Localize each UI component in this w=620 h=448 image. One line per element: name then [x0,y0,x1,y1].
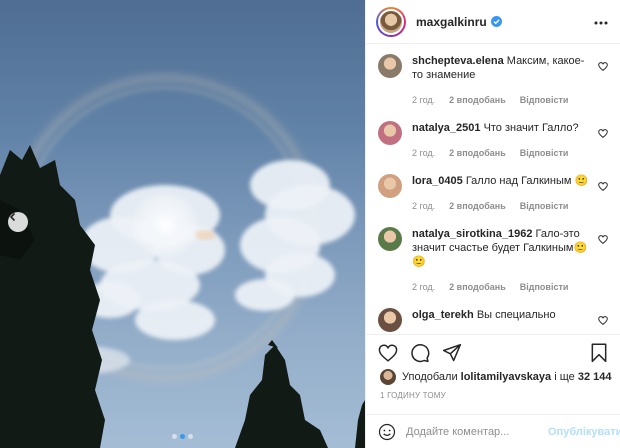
commenter-username[interactable]: olga_terekh [412,309,474,321]
comment-icon [411,343,430,362]
comment-item: olga_terekh Вы специально [378,308,608,332]
liker-username[interactable]: lolitamilyavskaya [461,371,552,383]
commenter-username[interactable]: natalya_sirotkina_1962 [412,228,532,240]
share-button[interactable] [442,343,462,363]
comment-time[interactable]: 2 год. [412,280,435,294]
comment-item: shchepteva.elena Максим, какое-то знамен… [378,54,608,107]
commenter-avatar[interactable] [378,227,402,251]
commenter-username[interactable]: shchepteva.elena [412,55,504,67]
comment-likes[interactable]: 2 вподобань [449,146,506,160]
comment-meta: 2 год. 2 вподобань Відповісти [412,93,590,107]
comment-meta: 2 год. 2 вподобань Відповісти [412,199,590,213]
comment-body: lora_0405 Галло над Галкиным 🙂 2 год. 2 … [412,174,608,213]
post-timestamp[interactable]: 1 ГОДИНУ ТОМУ [380,391,446,400]
reply-button[interactable]: Відповісти [520,199,569,213]
comment-input[interactable] [406,425,548,438]
carousel-dot-active [180,434,185,439]
add-comment-bar: Опублікувати [366,414,620,448]
comment-item: lora_0405 Галло над Галкиным 🙂 2 год. 2 … [378,174,608,213]
reply-button[interactable]: Відповісти [520,93,569,107]
like-button[interactable] [378,343,398,362]
reply-button[interactable]: Відповісти [520,280,569,294]
commenter-username[interactable]: natalya_2501 [412,122,481,134]
comment-text: Что значит Галло? [483,122,579,134]
comment-body: olga_terekh Вы специально [412,308,608,332]
comments-list[interactable]: shchepteva.elena Максим, какое-то знамен… [366,44,620,334]
comment-text: Галло над Галкиным 🙂 [465,175,589,187]
likes-count[interactable]: 32 144 [578,371,612,383]
comment-likes[interactable]: 2 вподобань [449,280,506,294]
more-dots-icon [594,21,608,24]
post-header: maxgalkinru [366,0,620,44]
bookmark-icon [591,343,607,362]
comment-likes[interactable]: 2 вподобань [449,199,506,213]
author-avatar[interactable] [376,6,406,37]
carousel-prev-button[interactable] [8,212,28,232]
share-icon [442,343,462,361]
chevron-left-icon [9,212,16,222]
comment-item: natalya_2501 Что значит Галло? 2 год. 2 … [378,121,608,160]
post-actions [366,334,620,370]
heart-icon [598,235,608,245]
comment-body: shchepteva.elena Максим, какое-то знамен… [412,54,608,107]
comment-body: natalya_2501 Что значит Галло? 2 год. 2 … [412,121,608,160]
heart-icon [598,316,608,326]
post-photo[interactable] [0,0,365,448]
heart-icon [598,62,608,72]
heart-icon [598,182,608,192]
comment-body: natalya_sirotkina_1962 Гало-это значит с… [412,227,608,294]
comment-meta: 2 год. 2 вподобань Відповісти [412,146,590,160]
more-options-button[interactable] [594,16,608,28]
heart-icon [598,129,608,139]
comment-likes[interactable]: 2 вподобань [449,93,506,107]
comment-like-button[interactable] [598,235,608,247]
comment-like-button[interactable] [598,62,608,74]
carousel-dot [188,434,193,439]
liker-avatar [380,369,396,385]
carousel-dot [172,434,177,439]
carousel-indicator [172,434,193,439]
comment-text: Вы специально [476,309,556,321]
comment-meta: 2 год. 2 вподобань Відповісти [412,280,590,294]
likes-prefix: Уподобали [402,371,458,383]
save-button[interactable] [590,343,608,363]
comment-time[interactable]: 2 год. [412,199,435,213]
comment-item: natalya_sirotkina_1962 Гало-это значит с… [378,227,608,294]
commenter-avatar[interactable] [378,174,402,198]
comment-like-button[interactable] [598,129,608,141]
smiley-icon [378,423,396,440]
commenter-avatar[interactable] [378,308,402,332]
commenter-username[interactable]: lora_0405 [412,175,463,187]
comment-like-button[interactable] [598,182,608,194]
comment-like-button[interactable] [598,316,608,328]
comment-button[interactable] [410,343,430,363]
avatar-image [378,8,404,35]
author-username[interactable]: maxgalkinru [416,15,487,29]
post-sidebar: maxgalkinru shchepteva.elena Максим, как… [365,0,620,448]
comment-time[interactable]: 2 год. [412,146,435,160]
verified-badge-icon [490,16,502,27]
sky-halo-image [0,74,365,448]
publish-button[interactable]: Опублікувати [548,426,620,438]
commenter-avatar[interactable] [378,121,402,145]
commenter-avatar[interactable] [378,54,402,78]
likes-suffix: і ще [554,371,575,383]
heart-icon [378,343,398,362]
comment-time[interactable]: 2 год. [412,93,435,107]
emoji-button[interactable] [378,423,396,441]
likes-summary: Уподобали lolitamilyavskaya і ще 32 144 [380,369,612,385]
reply-button[interactable]: Відповісти [520,146,569,160]
